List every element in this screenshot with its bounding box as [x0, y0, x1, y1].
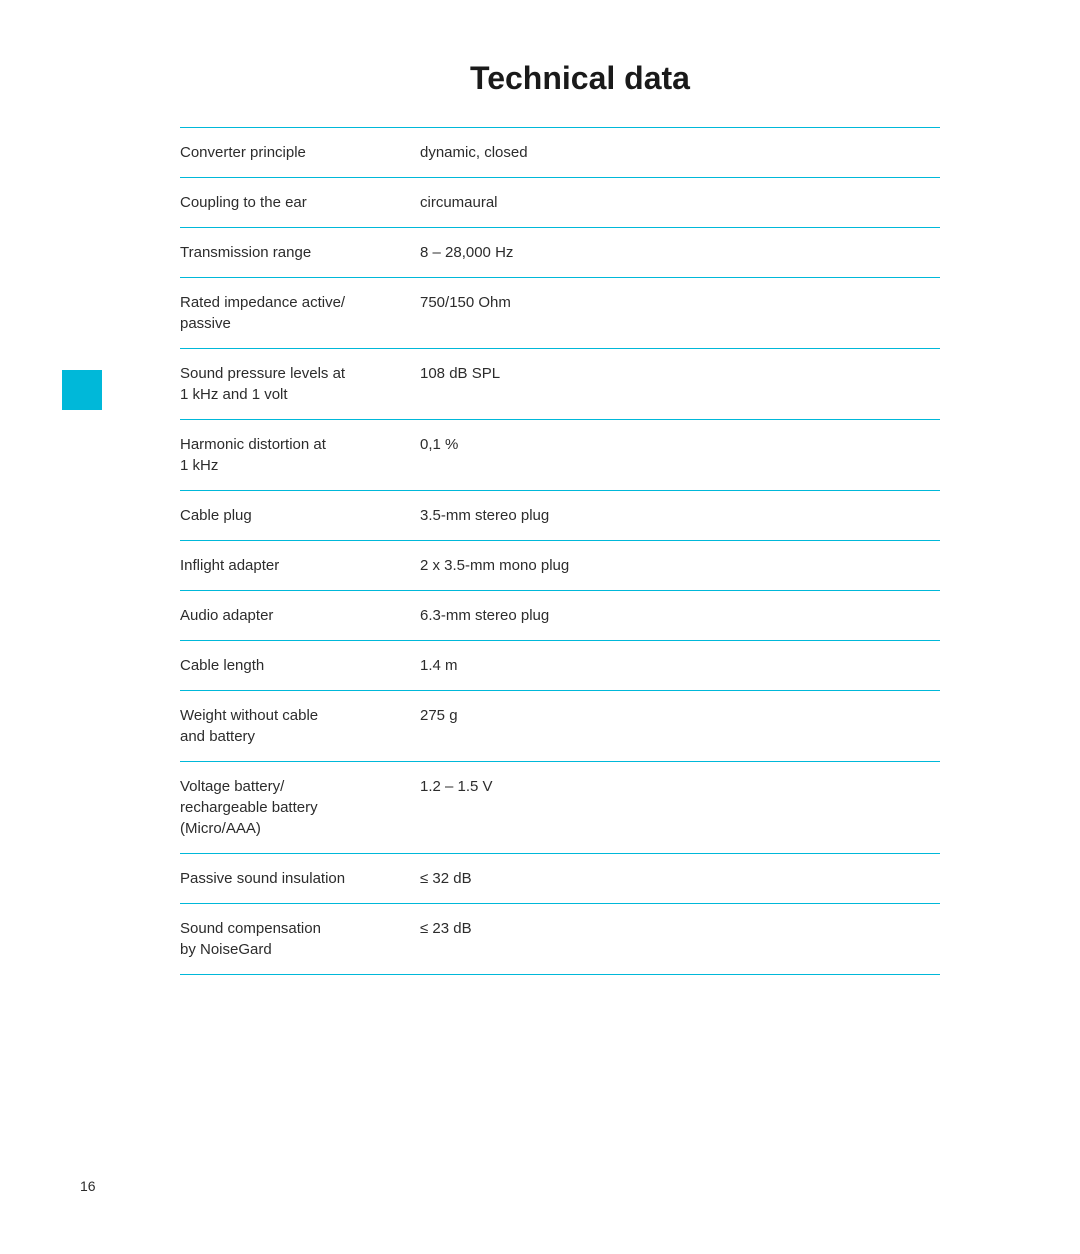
row-value: 1.4 m — [420, 655, 940, 676]
table-row: Sound compensation by NoiseGard≤ 23 dB — [180, 903, 940, 975]
table-row: Audio adapter6.3-mm stereo plug — [180, 590, 940, 640]
row-label: Coupling to the ear — [180, 192, 420, 213]
table-row: Cable length1.4 m — [180, 640, 940, 690]
row-label: Passive sound insulation — [180, 868, 420, 889]
table-row: Rated impedance active/ passive750/150 O… — [180, 277, 940, 348]
row-value: 108 dB SPL — [420, 363, 940, 384]
row-value: 750/150 Ohm — [420, 292, 940, 313]
table-row: Weight without cable and battery275 g — [180, 690, 940, 761]
row-value: 275 g — [420, 705, 940, 726]
technical-data-table: Converter principledynamic, closedCoupli… — [180, 127, 940, 975]
row-label: Converter principle — [180, 142, 420, 163]
table-row: Voltage battery/ rechargeable battery (M… — [180, 761, 940, 853]
row-value: 6.3-mm stereo plug — [420, 605, 940, 626]
page-container: Technical data Converter principledynami… — [0, 0, 1080, 1254]
row-value: 0,1 % — [420, 434, 940, 455]
row-label: Transmission range — [180, 242, 420, 263]
row-value: 2 x 3.5-mm mono plug — [420, 555, 940, 576]
table-row: Sound pressure levels at 1 kHz and 1 vol… — [180, 348, 940, 419]
row-label: Sound pressure levels at 1 kHz and 1 vol… — [180, 363, 420, 405]
row-label: Harmonic distortion at 1 kHz — [180, 434, 420, 476]
row-label: Rated impedance active/ passive — [180, 292, 420, 334]
row-label: Inflight adapter — [180, 555, 420, 576]
row-label: Sound compensation by NoiseGard — [180, 918, 420, 960]
row-value: dynamic, closed — [420, 142, 940, 163]
page-title: Technical data — [80, 60, 1000, 97]
page-number: 16 — [80, 1178, 96, 1194]
row-label: Cable plug — [180, 505, 420, 526]
row-value: 1.2 – 1.5 V — [420, 776, 940, 797]
table-row: Transmission range8 – 28,000 Hz — [180, 227, 940, 277]
table-row: Coupling to the earcircumaural — [180, 177, 940, 227]
row-value: 3.5-mm stereo plug — [420, 505, 940, 526]
table-row: Cable plug3.5-mm stereo plug — [180, 490, 940, 540]
blue-square-decoration — [62, 370, 102, 410]
row-label: Audio adapter — [180, 605, 420, 626]
row-value: circumaural — [420, 192, 940, 213]
row-label: Weight without cable and battery — [180, 705, 420, 747]
row-value: ≤ 32 dB — [420, 868, 940, 889]
table-row: Inflight adapter2 x 3.5-mm mono plug — [180, 540, 940, 590]
row-label: Cable length — [180, 655, 420, 676]
row-value: ≤ 23 dB — [420, 918, 940, 939]
row-value: 8 – 28,000 Hz — [420, 242, 940, 263]
table-row: Harmonic distortion at 1 kHz0,1 % — [180, 419, 940, 490]
table-row: Converter principledynamic, closed — [180, 127, 940, 177]
table-row: Passive sound insulation≤ 32 dB — [180, 853, 940, 903]
row-label: Voltage battery/ rechargeable battery (M… — [180, 776, 420, 839]
